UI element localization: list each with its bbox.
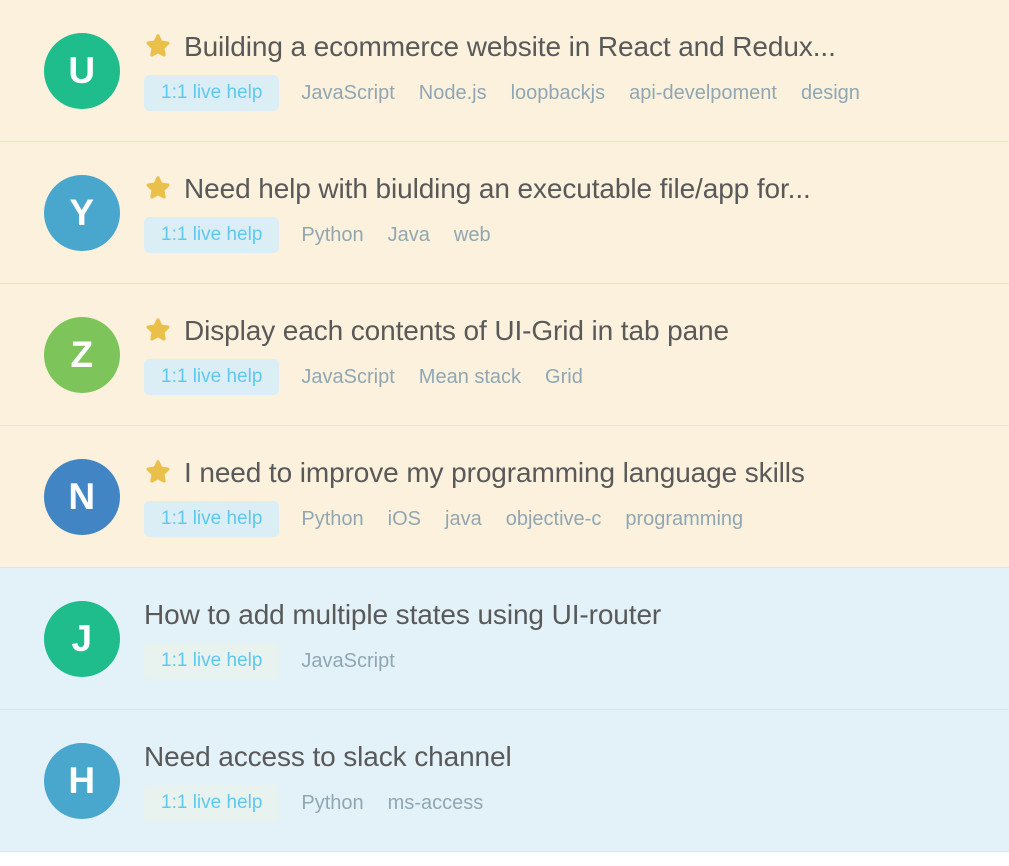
tag[interactable]: api-develpoment [629, 83, 777, 103]
question-meta-line: 1:1 live help Python Java web [144, 216, 1009, 253]
question-title-line: Building a ecommerce website in React an… [144, 31, 1009, 63]
question-body: Need help with biulding an executable fi… [144, 173, 1009, 253]
question-title[interactable]: Need access to slack channel [144, 741, 512, 773]
tag[interactable]: design [801, 83, 860, 103]
tag[interactable]: loopbackjs [511, 83, 606, 103]
tag[interactable]: web [454, 225, 491, 245]
tag-list: Python ms-access [301, 793, 483, 813]
question-meta-line: 1:1 live help JavaScript [144, 642, 1009, 679]
tag-list: Python Java web [301, 225, 490, 245]
tag[interactable]: Python [301, 509, 363, 529]
question-body: Need access to slack channel 1:1 live hel… [144, 741, 1009, 821]
question-list: U Building a ecommerce website in React a… [0, 0, 1009, 866]
avatar-initial: U [68, 50, 96, 91]
question-title-line: Display each contents of UI-Grid in tab … [144, 315, 1009, 347]
question-row[interactable]: Z Display each contents of UI-Grid in tab… [0, 284, 1009, 426]
question-body: Building a ecommerce website in React an… [144, 31, 1009, 111]
question-row[interactable]: Y Need help with biulding an executable f… [0, 142, 1009, 284]
question-title-line: I need to improve my programming languag… [144, 457, 1009, 489]
question-title-line: How to add multiple states using UI-rout… [144, 599, 1009, 631]
tag[interactable]: Java [388, 225, 430, 245]
question-title[interactable]: I need to improve my programming languag… [184, 457, 805, 489]
avatar[interactable]: H [44, 742, 120, 819]
tag[interactable]: programming [625, 509, 743, 529]
star-icon[interactable] [144, 316, 172, 344]
question-meta-line: 1:1 live help JavaScript Mean stack Grid [144, 358, 1009, 395]
star-icon[interactable] [144, 32, 172, 60]
avatar-initial: N [68, 476, 96, 517]
tag[interactable]: objective-c [506, 509, 602, 529]
question-row[interactable]: H Need access to slack channel 1:1 live he… [0, 710, 1009, 852]
tag-list: JavaScript [301, 651, 394, 671]
question-row[interactable]: N I need to improve my programming langua… [0, 426, 1009, 568]
avatar-initial: Y [69, 192, 95, 233]
avatar[interactable]: J [44, 600, 120, 677]
tag[interactable]: Node.js [419, 83, 487, 103]
tag[interactable]: Python [301, 225, 363, 245]
question-body: I need to improve my programming languag… [144, 457, 1009, 537]
tag[interactable]: java [445, 509, 482, 529]
question-meta-line: 1:1 live help Python ms-access [144, 784, 1009, 821]
question-title[interactable]: Need help with biulding an executable fi… [184, 173, 811, 205]
question-row[interactable]: U Building a ecommerce website in React a… [0, 0, 1009, 142]
live-help-badge[interactable]: 1:1 live help [144, 500, 280, 537]
question-row[interactable]: J How to add multiple states using UI-rou… [0, 568, 1009, 710]
avatar-initial: J [71, 618, 93, 659]
live-help-badge[interactable]: 1:1 live help [144, 784, 280, 821]
avatar-initial: H [68, 760, 96, 801]
question-title[interactable]: Building a ecommerce website in React an… [184, 31, 836, 63]
avatar-initial: Z [70, 334, 94, 375]
star-icon[interactable] [144, 458, 172, 486]
avatar[interactable]: N [44, 458, 120, 535]
live-help-badge[interactable]: 1:1 live help [144, 358, 280, 395]
live-help-badge[interactable]: 1:1 live help [144, 74, 280, 111]
tag[interactable]: JavaScript [301, 367, 394, 387]
question-title[interactable]: Display each contents of UI-Grid in tab … [184, 315, 729, 347]
question-title[interactable]: How to add multiple states using UI-rout… [144, 599, 661, 631]
question-meta-line: 1:1 live help Python iOS java objective-c pro… [144, 500, 1009, 537]
question-title-line: Need access to slack channel [144, 741, 1009, 773]
tag[interactable]: Grid [545, 367, 583, 387]
question-title-line: Need help with biulding an executable fi… [144, 173, 1009, 205]
question-body: How to add multiple states using UI-rout… [144, 599, 1009, 679]
tag[interactable]: JavaScript [301, 651, 394, 671]
avatar[interactable]: Z [44, 316, 120, 393]
tag[interactable]: JavaScript [301, 83, 394, 103]
live-help-badge[interactable]: 1:1 live help [144, 216, 280, 253]
avatar[interactable]: Y [44, 174, 120, 251]
tag[interactable]: ms-access [388, 793, 484, 813]
tag-list: JavaScript Mean stack Grid [301, 367, 582, 387]
tag-list: JavaScript Node.js loopbackjs api-develpome… [301, 83, 860, 103]
tag[interactable]: Mean stack [419, 367, 521, 387]
question-meta-line: 1:1 live help JavaScript Node.js loopbackjs… [144, 74, 1009, 111]
avatar[interactable]: U [44, 32, 120, 109]
tag[interactable]: Python [301, 793, 363, 813]
star-icon[interactable] [144, 174, 172, 202]
live-help-badge[interactable]: 1:1 live help [144, 642, 280, 679]
tag[interactable]: iOS [388, 509, 421, 529]
tag-list: Python iOS java objective-c programming [301, 509, 743, 529]
question-body: Display each contents of UI-Grid in tab … [144, 315, 1009, 395]
